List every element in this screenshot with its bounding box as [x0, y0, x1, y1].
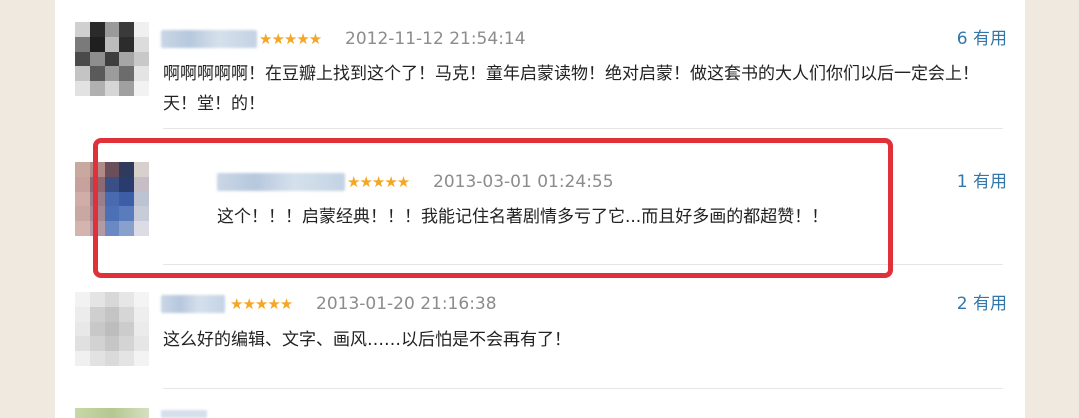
avatar[interactable] [75, 22, 149, 96]
comment-text: 这么好的编辑、文字、画风……以后怕是不会再有了！ [163, 330, 571, 350]
rating-stars: ★★★★★ [230, 295, 293, 313]
useful-votes-link[interactable]: 2 有用 [957, 295, 1007, 313]
comment-text: 啊啊啊啊啊！在豆瓣上找到这个了！马克！童年启蒙读物！绝对启蒙！做这套书的大人们你… [163, 64, 979, 114]
useful-votes-link[interactable]: 6 有用 [957, 30, 1007, 48]
comment-date: 2013-01-20 21:16:38 [316, 294, 497, 314]
avatar[interactable] [75, 162, 149, 236]
comment-date: 2012-11-12 21:54:14 [345, 29, 526, 49]
comment-text: 这个！！！启蒙经典！！！我能记住名著剧情多亏了它...而且好多画的都超赞！！ [217, 207, 829, 227]
rating-stars: ★★★★★ [347, 173, 410, 191]
divider [163, 388, 1003, 389]
username-blurred[interactable] [217, 173, 345, 191]
username-blurred[interactable] [161, 295, 225, 313]
username-blurred[interactable] [161, 410, 207, 418]
avatar[interactable] [75, 408, 149, 418]
rating-stars: ★★★★★ [259, 30, 322, 48]
useful-votes-link[interactable]: 1 有用 [957, 173, 1007, 191]
divider [163, 128, 1003, 129]
username-blurred[interactable] [161, 30, 257, 48]
comment-date: 2013-03-01 01:24:55 [433, 172, 614, 192]
avatar[interactable] [75, 292, 149, 366]
divider [163, 264, 1003, 265]
comments-panel: ★★★★★ 2012-11-12 21:54:14 6 有用 啊啊啊啊啊！在豆瓣… [55, 0, 1025, 418]
